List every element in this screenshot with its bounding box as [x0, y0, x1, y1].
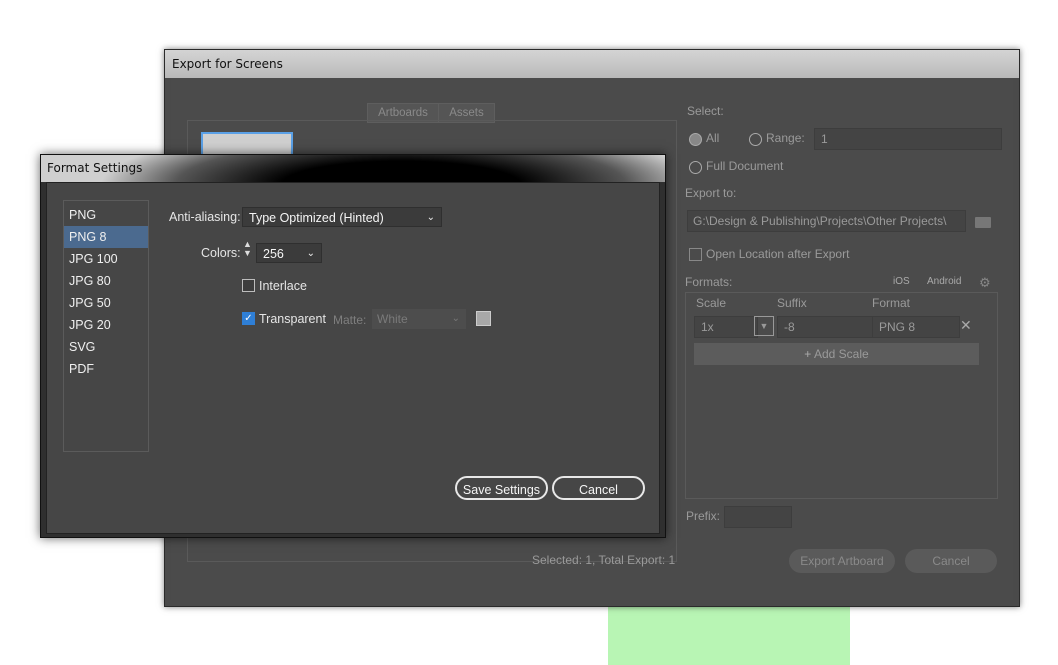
background-patch: [608, 600, 850, 665]
anti-aliasing-label: Anti-aliasing:: [169, 210, 241, 224]
open-location-checkbox[interactable]: [689, 248, 702, 261]
colors-value: 256: [263, 247, 284, 261]
add-scale-button[interactable]: + Add Scale: [694, 343, 979, 365]
export-window-title: Export for Screens: [172, 57, 283, 71]
save-settings-button[interactable]: Save Settings: [455, 476, 548, 500]
col-format: Format: [872, 296, 911, 310]
colors-select[interactable]: 256 ⌄: [256, 243, 322, 263]
format-select[interactable]: PNG 8: [872, 316, 960, 338]
export-path-input[interactable]: G:\Design & Publishing\Projects\Other Pr…: [687, 210, 966, 232]
anti-aliasing-value: Type Optimized (Hinted): [249, 211, 384, 225]
plus-icon: +: [804, 347, 814, 361]
matte-color-swatch[interactable]: [476, 311, 491, 326]
radio-range-label: Range:: [766, 131, 805, 145]
format-dialog-title: Format Settings: [47, 161, 143, 175]
colors-label: Colors:: [201, 246, 241, 260]
interlace-label: Interlace: [259, 279, 307, 293]
col-suffix: Suffix: [777, 296, 807, 310]
export-window-titlebar[interactable]: Export for Screens: [165, 50, 1019, 78]
format-dialog-titlebar[interactable]: Format Settings: [41, 155, 665, 182]
format-item-jpg100[interactable]: JPG 100: [64, 248, 148, 270]
format-item-png[interactable]: PNG: [64, 204, 148, 226]
gear-icon[interactable]: ⚙: [979, 275, 991, 291]
prefix-input[interactable]: [724, 506, 792, 528]
format-item-jpg80[interactable]: JPG 80: [64, 270, 148, 292]
prefix-label: Prefix:: [686, 509, 721, 523]
chevron-down-icon: ⌄: [306, 248, 315, 259]
transparent-label: Transparent: [259, 312, 326, 326]
chevron-down-icon: ⌄: [451, 313, 460, 324]
suffix-input[interactable]: -8: [777, 316, 877, 338]
radio-full-document-label: Full Document: [706, 159, 784, 173]
matte-select[interactable]: White ⌄: [372, 309, 466, 329]
radio-range[interactable]: [749, 133, 762, 146]
col-scale: Scale: [696, 296, 727, 310]
format-item-png8[interactable]: PNG 8: [64, 226, 148, 248]
android-preset[interactable]: Android: [927, 276, 961, 287]
radio-full-document[interactable]: [689, 161, 702, 174]
radio-all-label: All: [706, 131, 720, 145]
export-artboard-button[interactable]: Export Artboard: [789, 549, 895, 573]
status-text: Selected: 1, Total Export: 1: [532, 553, 676, 567]
cancel-button[interactable]: Cancel: [552, 476, 645, 500]
remove-icon[interactable]: ✕: [960, 317, 972, 334]
radio-all[interactable]: [689, 133, 702, 146]
anti-aliasing-select[interactable]: Type Optimized (Hinted) ⌄: [242, 207, 442, 227]
formats-label: Formats:: [685, 275, 733, 289]
format-item-jpg20[interactable]: JPG 20: [64, 314, 148, 336]
select-label: Select:: [687, 104, 724, 118]
transparent-checkbox[interactable]: ✓: [242, 312, 255, 325]
stepper-icon[interactable]: ▲ ▼: [243, 240, 252, 258]
format-item-svg[interactable]: SVG: [64, 336, 148, 358]
export-to-label: Export to:: [685, 186, 737, 200]
format-item-jpg50[interactable]: JPG 50: [64, 292, 148, 314]
format-list: PNG PNG 8 JPG 100 JPG 80 JPG 50 JPG 20 S…: [63, 200, 149, 452]
folder-icon[interactable]: [975, 217, 991, 228]
interlace-checkbox[interactable]: [242, 279, 255, 292]
scale-input[interactable]: 1x: [694, 316, 758, 338]
export-cancel-button[interactable]: Cancel: [905, 549, 997, 573]
scale-dropdown-icon[interactable]: ▼: [754, 316, 774, 336]
format-settings-dialog: Format Settings PNG PNG 8 JPG 100 JPG 80…: [40, 154, 666, 538]
chevron-down-icon: ⌄: [426, 212, 435, 223]
range-input[interactable]: 1: [814, 128, 1002, 150]
open-location-label: Open Location after Export: [706, 247, 850, 261]
add-scale-label: Add Scale: [813, 347, 869, 361]
matte-value: White: [377, 312, 408, 326]
format-item-pdf[interactable]: PDF: [64, 358, 148, 380]
format-dialog-body: PNG PNG 8 JPG 100 JPG 80 JPG 50 JPG 20 S…: [46, 182, 660, 534]
ios-preset[interactable]: iOS: [893, 276, 910, 287]
matte-label: Matte:: [333, 313, 367, 327]
